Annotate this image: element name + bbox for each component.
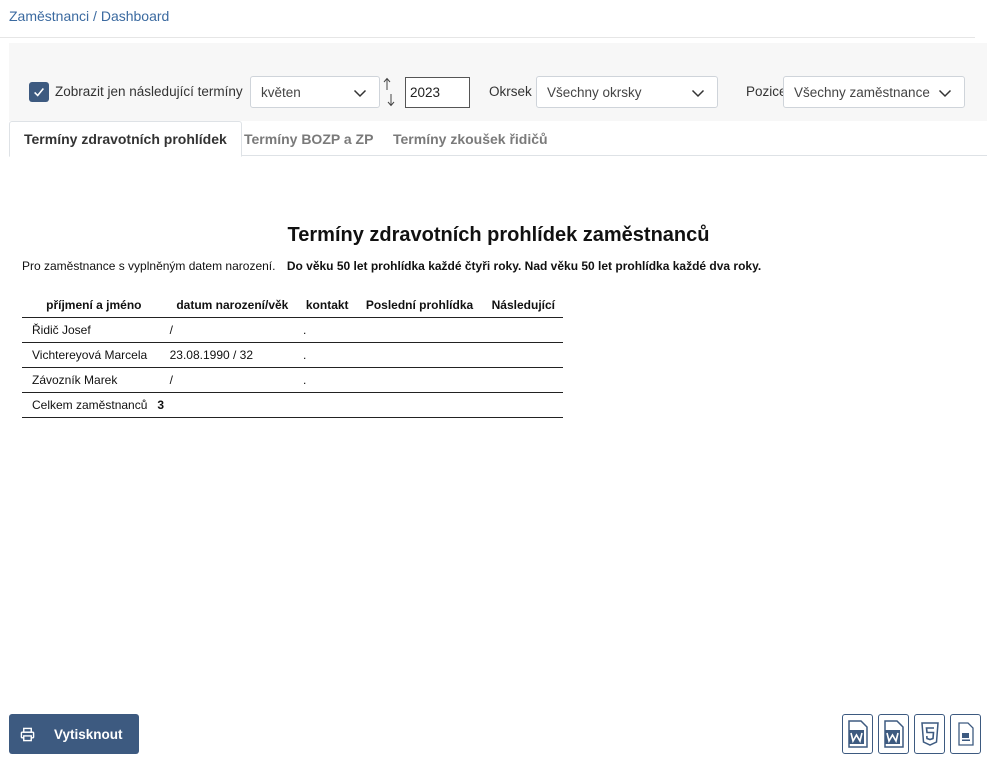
cell-next [483,367,563,393]
table-row: Vichtereyová Marcela 23.08.1990 / 32 . [22,342,563,368]
chevron-down-icon [353,89,367,98]
sort-arrows-icon[interactable] [382,77,398,107]
export-pdf-button[interactable] [950,714,981,754]
pozice-label: Pozice [746,84,787,99]
cell-birth: / [165,317,300,343]
tab-bar: Termíny zdravotních prohlídek Termíny BO… [9,121,987,157]
chevron-down-icon [938,89,952,98]
chevron-down-icon [691,89,705,98]
page: Zaměstnanci / Dashboard Zobrazit jen nás… [0,0,994,757]
cell-contact: . [299,367,356,393]
pdf-icon [957,722,974,746]
table-row: Řidič Josef / . [22,317,563,343]
check-icon [34,88,44,97]
only-upcoming-checkbox[interactable] [29,82,49,102]
column-header: Poslední prohlídka [355,293,484,318]
breadcrumb: Zaměstnanci / Dashboard [9,8,169,24]
cell-contact: . [299,317,356,343]
report-title: Termíny zdravotních prohlídek zaměstnanc… [287,224,710,246]
cell-last [355,342,484,368]
total-value: 3 [157,397,165,412]
okrsek-label: Okrsek [489,84,532,99]
word-doc-icon [847,720,868,748]
tab-bozp[interactable]: Termíny BOZP a ZP [230,121,387,156]
filter-bar: Zobrazit jen následující termíny květen … [9,43,987,121]
breadcrumb-parent[interactable]: Zaměstnanci [9,8,89,24]
export-html-button[interactable] [914,714,945,754]
cell-birth: / [165,367,300,393]
column-header: příjmení a jméno [22,293,166,318]
pozice-select[interactable]: Všechny zaměstnance [783,76,965,108]
report-note-text: Pro zaměstnance s vyplněným datem naroze… [22,259,276,273]
total-label: Celkem zaměstnanců [32,397,148,412]
word-docx-icon [883,720,904,748]
tab-health-checkups[interactable]: Termíny zdravotních prohlídek [9,121,242,157]
okrsek-select-value: Všechny okrsky [547,84,642,100]
breadcrumb-current: Dashboard [100,8,170,24]
column-header: datum narození/věk [165,293,300,318]
cell-last [355,317,484,343]
total-cell: Celkem zaměstnanců 3 [22,392,563,418]
column-header: Následující [483,293,563,318]
month-select-value: květen [261,84,301,100]
header-divider [0,37,975,38]
cell-next [483,317,563,343]
printer-icon [20,727,35,741]
month-select[interactable]: květen [250,76,380,108]
cell-name: Řidič Josef [22,317,166,343]
export-docx-button[interactable] [878,714,909,754]
report-note-rule: Do věku 50 let prohlídka každé čtyři rok… [286,259,762,273]
cell-birth: 23.08.1990 / 32 [165,342,300,368]
table-total-row: Celkem zaměstnanců 3 [22,392,563,418]
column-header: kontakt [299,293,356,318]
tab-driver-exams[interactable]: Termíny zkoušek řidičů [379,121,562,156]
print-button[interactable]: Vytisknout [9,714,139,754]
export-doc-button[interactable] [842,714,873,754]
year-input[interactable]: 2023 [405,77,470,108]
okrsek-select[interactable]: Všechny okrsky [536,76,718,108]
report-note: Pro zaměstnance s vyplněným datem naroze… [22,259,761,273]
print-button-label: Vytisknout [54,726,123,742]
report-table: příjmení a jméno datum narození/věk kont… [22,293,563,418]
only-upcoming-label[interactable]: Zobrazit jen následující termíny [55,84,243,99]
breadcrumb-separator: / [93,8,97,24]
pozice-select-value: Všechny zaměstnance [794,84,930,100]
html5-icon [920,722,939,746]
cell-name: Závozník Marek [22,367,166,393]
cell-name: Vichtereyová Marcela [22,342,166,368]
cell-next [483,342,563,368]
table-header-row: příjmení a jméno datum narození/věk kont… [22,293,563,318]
cell-contact: . [299,342,356,368]
table-row: Závozník Marek / . [22,367,563,393]
cell-last [355,367,484,393]
